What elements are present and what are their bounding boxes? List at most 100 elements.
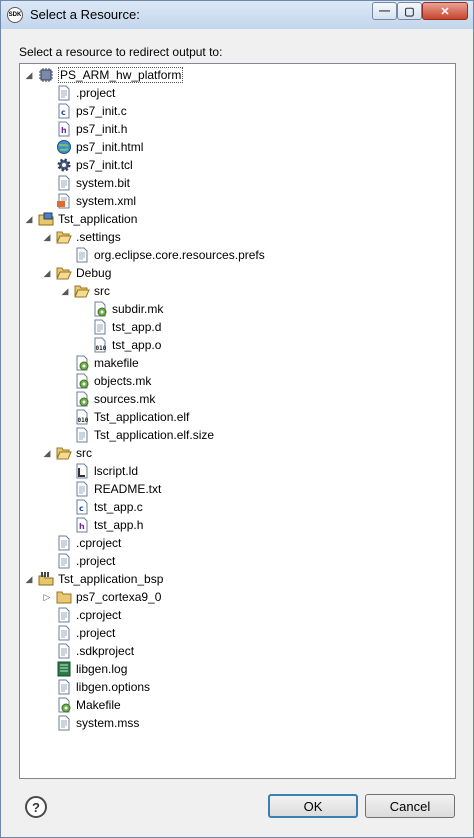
folder-open-icon [56, 229, 72, 245]
tree-item-label: subdir.mk [112, 302, 164, 316]
svg-text:c: c [79, 504, 84, 513]
file-icon [56, 715, 72, 731]
tree-item[interactable]: lscript.ld [60, 462, 138, 480]
tree-item[interactable]: c ps7_init.c [42, 102, 127, 120]
tree-item[interactable]: system.mss [42, 714, 139, 732]
tree-item-label: makefile [94, 356, 139, 370]
tree-item[interactable]: h tst_app.h [60, 516, 143, 534]
expand-arrow-icon[interactable]: ◢ [42, 448, 52, 458]
tree-item[interactable]: Tst_application.elf.size [60, 426, 214, 444]
tree-item[interactable]: .project [42, 624, 115, 642]
tree-item-label: .cproject [76, 536, 122, 550]
cancel-button[interactable]: Cancel [365, 794, 455, 818]
tree-item-label: libgen.log [76, 662, 128, 676]
app-project-icon [38, 211, 54, 227]
expand-arrow-icon[interactable]: ◢ [42, 232, 52, 242]
tree-item-label: ps7_init.html [76, 140, 144, 154]
tree-item[interactable]: .project [42, 552, 115, 570]
tree-item[interactable]: README.txt [60, 480, 161, 498]
tree-item[interactable]: subdir.mk [78, 300, 163, 318]
tree-item[interactable]: h ps7_init.h [42, 120, 127, 138]
bsp-project-icon [38, 571, 54, 587]
tree-item[interactable]: c tst_app.c [60, 498, 143, 516]
tree-item-label: ps7_init.c [76, 104, 127, 118]
tree-item[interactable]: ◢ src [60, 282, 110, 300]
tree-item[interactable]: 010 tst_app.o [78, 336, 161, 354]
sdk-app-icon: SDK [7, 7, 23, 23]
minimize-button[interactable]: — [372, 2, 397, 20]
collapse-arrow-icon[interactable]: ▷ [42, 592, 52, 602]
expand-arrow-icon[interactable]: ◢ [24, 214, 34, 224]
log-icon [56, 661, 72, 677]
binary-icon: 010 [92, 337, 108, 353]
tree-item-label: ps7_init.tcl [76, 158, 133, 172]
tree-item-label: ps7_cortexa9_0 [76, 590, 162, 604]
tree-item[interactable]: makefile [60, 354, 139, 372]
file-icon [74, 247, 90, 263]
tree-item[interactable]: .sdkproject [42, 642, 134, 660]
tree-item[interactable]: ◢ PS_ARM_hw_platform [24, 66, 184, 84]
tree-item[interactable]: ▷ ps7_cortexa9_0 [42, 588, 162, 606]
tree-item[interactable]: .cproject [42, 606, 121, 624]
expand-arrow-icon[interactable]: ◢ [24, 574, 34, 584]
tree-item-label: PS_ARM_hw_platform [58, 67, 184, 83]
tree-item[interactable]: ps7_init.html [42, 138, 143, 156]
instruction-label: Select a resource to redirect output to: [19, 45, 223, 59]
tree-item[interactable]: ◢ Debug [42, 264, 112, 282]
tree-item[interactable]: ◢ Tst_application [24, 210, 138, 228]
maximize-button[interactable]: ▢ [397, 2, 422, 20]
tree-item[interactable]: libgen.log [42, 660, 127, 678]
tree-item[interactable]: .project [42, 84, 115, 102]
tree-item[interactable]: tst_app.d [78, 318, 161, 336]
file-icon [92, 319, 108, 335]
tree-item[interactable]: .cproject [42, 534, 121, 552]
tree-item[interactable]: org.eclipse.core.resources.prefs [60, 246, 265, 264]
tree-item[interactable]: 010 Tst_application.elf [60, 408, 189, 426]
tree-item[interactable]: system.bit [42, 174, 130, 192]
tree-item[interactable]: objects.mk [60, 372, 151, 390]
tree-item-label: .project [76, 86, 116, 100]
ok-button[interactable]: OK [268, 794, 358, 818]
tree-item[interactable]: libgen.options [42, 678, 150, 696]
tree-item[interactable]: ps7_init.tcl [42, 156, 133, 174]
gear-icon [56, 157, 72, 173]
folder-open-icon [74, 283, 90, 299]
tree-item[interactable]: ◢ Tst_application_bsp [24, 570, 163, 588]
title-bar[interactable]: SDK Select a Resource: — ▢ ✕ [1, 1, 473, 29]
tree-item[interactable]: Makefile [42, 696, 121, 714]
tree-item[interactable]: ◢ src [42, 444, 92, 462]
c-source-icon: c [56, 103, 72, 119]
file-icon [56, 607, 72, 623]
close-button[interactable]: ✕ [422, 2, 468, 20]
tree-item-label: src [94, 284, 110, 298]
tree-item-label: .sdkproject [76, 644, 135, 658]
tree-item[interactable]: sources.mk [60, 390, 155, 408]
tree-item-label: system.xml [76, 194, 136, 208]
c-source-icon: c [74, 499, 90, 515]
tree-item[interactable]: ◢ .settings [42, 228, 121, 246]
tree-item-label: Debug [76, 266, 112, 280]
expand-arrow-icon[interactable]: ◢ [42, 268, 52, 278]
tree-item-label: objects.mk [94, 374, 152, 388]
linker-icon [74, 463, 90, 479]
expand-arrow-icon[interactable]: ◢ [24, 70, 34, 80]
tree-item[interactable]: system.xml [42, 192, 136, 210]
makefile-icon [74, 355, 90, 371]
tree-item-label: tst_app.d [112, 320, 162, 334]
file-icon [74, 427, 90, 443]
resource-tree[interactable]: ◢ PS_ARM_hw_platform .project c ps7_init.ch p… [19, 63, 456, 779]
tree-item-label: Tst_application [58, 212, 138, 226]
expand-arrow-icon[interactable]: ◢ [60, 286, 70, 296]
file-icon [56, 553, 72, 569]
tree-item-label: Makefile [76, 698, 121, 712]
help-icon[interactable]: ? [25, 796, 47, 818]
